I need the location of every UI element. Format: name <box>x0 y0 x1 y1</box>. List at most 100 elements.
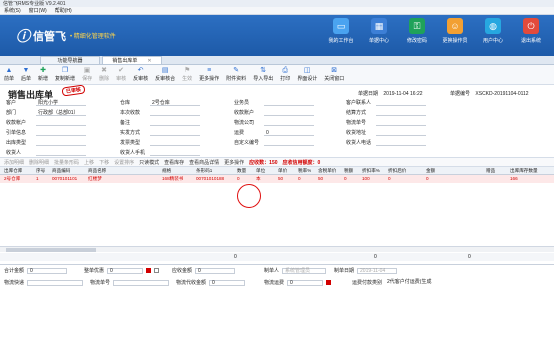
nav-change-password[interactable]: ⚿ 修改密码 <box>398 18 436 44</box>
grid-cell[interactable]: 1 <box>36 175 39 183</box>
salesman-input[interactable] <box>264 100 314 106</box>
grid-cell[interactable]: 2号仓库 <box>4 175 20 183</box>
toolbar-button-lock[interactable]: ▤ 反审核合 <box>153 67 177 82</box>
total-amount-input[interactable]: 0 <box>27 267 68 274</box>
receiver-input[interactable] <box>36 150 86 156</box>
grid-header-cell[interactable]: 税额 <box>344 167 353 175</box>
pay-now-input[interactable] <box>150 110 200 116</box>
grid-cell[interactable]: 本 <box>256 175 261 183</box>
table-row[interactable]: 2号仓库 1 0070101101 红楼梦 168精装书 00701010188 0 本 50 0… <box>0 175 554 183</box>
grid-header-cell[interactable]: 折扣率% <box>362 167 380 175</box>
grid-header-cell[interactable]: 赠品 <box>486 167 495 175</box>
readonly-mode-button[interactable]: 只读模式 <box>139 159 159 166</box>
toolbar-button-check[interactable]: ✔ 审核 <box>114 67 128 82</box>
tab-navigator[interactable]: 功能导航器 <box>40 56 100 64</box>
grid-cell[interactable]: 0 <box>426 175 429 183</box>
grid-header-cell[interactable]: 含税单价 <box>318 167 336 175</box>
grid-more-button[interactable]: 更多操作 <box>224 159 244 166</box>
recv-mobile-input[interactable] <box>150 150 200 156</box>
toolbar-button-add[interactable]: ✚ 新增 <box>36 67 50 82</box>
move-down-button[interactable]: 下移 <box>99 159 109 166</box>
out-type-input[interactable] <box>36 140 86 146</box>
grid-header-cell[interactable]: 序号 <box>36 167 45 175</box>
grid-header-cell[interactable]: 数量 <box>237 167 246 175</box>
grid-header-cell[interactable]: 折扣后价 <box>388 167 406 175</box>
tab-close-icon[interactable]: ✕ <box>147 58 151 64</box>
grid-header-cell[interactable]: 单位 <box>256 167 265 175</box>
toolbar-button-more[interactable]: ≡ 更多操作 <box>197 67 221 82</box>
invoice-type-input[interactable] <box>150 140 200 146</box>
delete-detail-button[interactable]: 删除明细 <box>29 159 49 166</box>
toolbar-button-print[interactable]: ⎙ 打印 <box>278 67 292 82</box>
recv-addr-input[interactable] <box>376 130 426 136</box>
grid-header-cell[interactable]: 条形码1 <box>196 167 212 175</box>
menu-window[interactable]: 窗口(W) <box>29 7 47 14</box>
discount-input[interactable]: 0 <box>107 267 144 274</box>
toolbar-button-up-arrow[interactable]: ▲ 前单 <box>2 67 16 82</box>
grid-cell[interactable]: 0070101101 <box>52 175 77 183</box>
grid-header-cell[interactable]: 金额 <box>426 167 435 175</box>
add-detail-button[interactable]: 添加明细 <box>4 159 24 166</box>
batch-barcode-button[interactable]: 批量条形码 <box>54 159 79 166</box>
grid-header-cell[interactable]: 出库库存数量 <box>510 167 538 175</box>
view-product-detail-button[interactable]: 查看商品详情 <box>189 159 219 166</box>
custom-no-input[interactable] <box>264 140 314 146</box>
logistics-input[interactable] <box>264 120 314 126</box>
toolbar-button-down-arrow[interactable]: ▼ 后单 <box>19 67 33 82</box>
toolbar-button-design[interactable]: ◫ 界面设计 <box>295 67 319 82</box>
grid-cell[interactable]: 50 <box>278 175 283 183</box>
discount-checkbox[interactable] <box>146 268 152 273</box>
customer-input[interactable]: 阳光小学 <box>36 100 86 106</box>
grid-cell[interactable]: 红楼梦 <box>88 175 102 183</box>
receivable-input[interactable]: 0 <box>195 267 236 274</box>
toolbar-button-attachment[interactable]: ✎ 附件资料 <box>224 67 248 82</box>
grid-header-cell[interactable]: 税率% <box>298 167 311 175</box>
toolbar-button-save[interactable]: ▣ 保存 <box>80 67 94 82</box>
nav-user-center[interactable]: ◍ 用户中心 <box>474 18 512 44</box>
grid-cell[interactable]: 0 <box>298 175 301 183</box>
grid-cell[interactable]: 0 <box>388 175 391 183</box>
toolbar-button-import-export[interactable]: ⇅ 导入导出 <box>251 67 275 82</box>
grid-header-cell[interactable]: 商品编码 <box>52 167 70 175</box>
express-input[interactable] <box>27 279 84 286</box>
recv-contact-input[interactable] <box>376 140 426 146</box>
scrollbar-thumb[interactable] <box>6 248 96 252</box>
remark-input[interactable] <box>150 120 200 126</box>
nav-switch-operator[interactable]: ☺ 更换操作员 <box>436 18 474 44</box>
grid-header-cell[interactable]: 规格 <box>162 167 171 175</box>
toolbar-button-flag[interactable]: ⚑ 生效 <box>180 67 194 82</box>
cod-input[interactable]: 0 <box>209 279 246 286</box>
nav-workbench[interactable]: ▭ 我的工作台 <box>322 18 360 44</box>
grid-cell[interactable]: 50 <box>318 175 323 183</box>
settle-input[interactable] <box>376 110 426 116</box>
menu-system[interactable]: 系统(S) <box>4 7 21 14</box>
tracking-input[interactable] <box>376 120 426 126</box>
freight-input[interactable]: 0 <box>264 130 314 136</box>
nav-document-center[interactable]: ▦ 单据中心 <box>360 18 398 44</box>
toolbar-button-undo[interactable]: ↶ 反审核 <box>131 67 150 82</box>
document-number-value[interactable]: XSCKD-20191104-0112 <box>475 91 528 97</box>
pay-type-select[interactable]: 2代客户付运费(生成 <box>385 279 456 286</box>
move-up-button[interactable]: 上移 <box>84 159 94 166</box>
nav-exit[interactable]: ⏻ 退出系统 <box>512 18 550 44</box>
grid-cell[interactable]: 00701010188 <box>196 175 224 183</box>
ship-method-input[interactable] <box>150 130 200 136</box>
discount-check2[interactable] <box>154 268 160 273</box>
ref-input[interactable] <box>36 130 86 136</box>
grid-header-cell[interactable]: 商品名称 <box>88 167 106 175</box>
view-stock-button[interactable]: 查看库存 <box>164 159 184 166</box>
warehouse-input[interactable]: 2号仓库 <box>150 100 200 106</box>
grid-cell[interactable]: 0 <box>344 175 347 183</box>
receive-account-input[interactable] <box>36 120 86 126</box>
grid-cell[interactable]: 100 <box>362 175 370 183</box>
toolbar-button-copy[interactable]: ❐ 复制新增 <box>53 67 77 82</box>
contact-input[interactable] <box>376 100 426 106</box>
account-input[interactable] <box>264 110 314 116</box>
menu-help[interactable]: 帮助(H) <box>55 7 72 14</box>
express-no-input[interactable] <box>113 279 170 286</box>
grid-cell[interactable]: 166 <box>510 175 518 183</box>
footer-freight-input[interactable]: 0 <box>287 279 324 286</box>
freight-checkbox[interactable] <box>326 280 332 285</box>
grid-cell[interactable]: 0 <box>237 175 240 183</box>
grid-header-cell[interactable]: 出库仓库 <box>4 167 22 175</box>
